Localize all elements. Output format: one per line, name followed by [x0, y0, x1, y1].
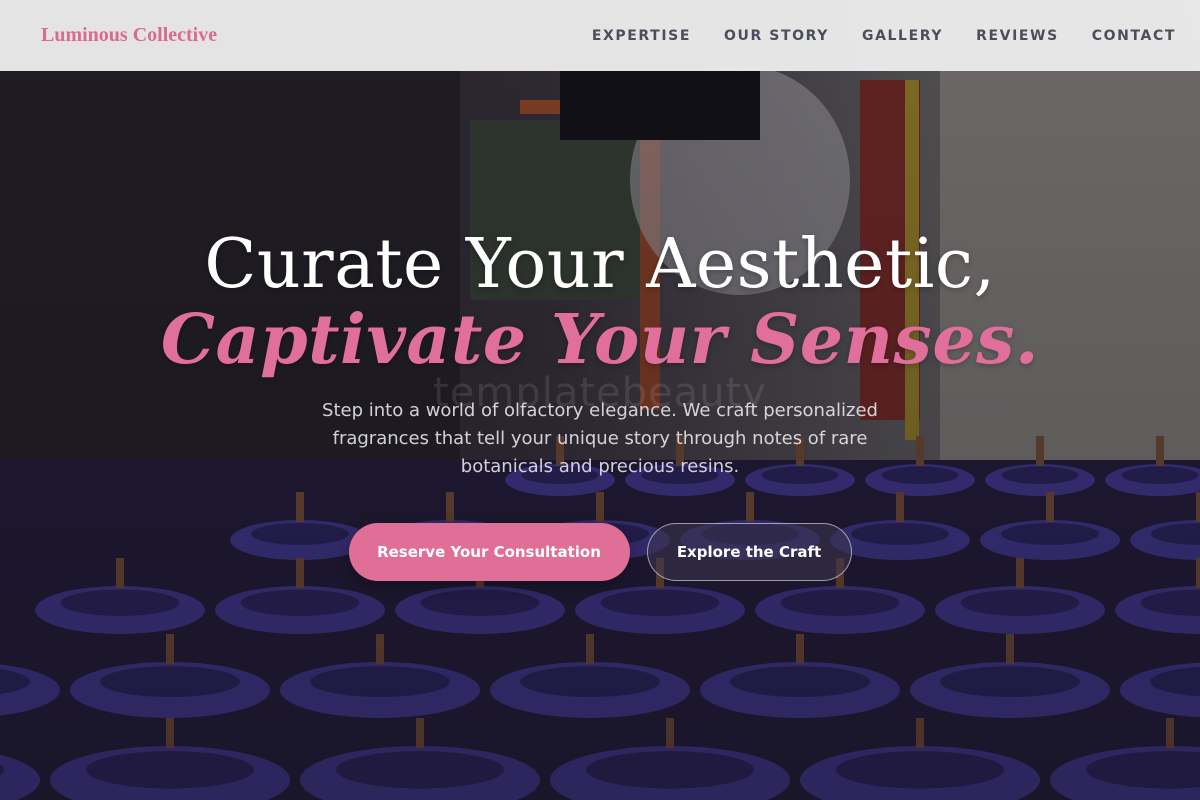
main-nav: EXPERTISE OUR STORY GALLERY REVIEWS CONT… — [559, 28, 1176, 44]
reserve-consultation-button[interactable]: Reserve Your Consultation — [348, 523, 630, 581]
site-header: Luminous Collective EXPERTISE OUR STORY … — [0, 0, 1200, 71]
nav-link-contact[interactable]: CONTACT — [1092, 28, 1176, 44]
nav-link-expertise[interactable]: EXPERTISE — [592, 28, 691, 44]
nav-link-our-story[interactable]: OUR STORY — [724, 28, 829, 44]
nav-link-gallery[interactable]: GALLERY — [862, 28, 943, 44]
cta-group: Reserve Your Consultation Explore the Cr… — [0, 523, 1200, 581]
hero-headline: Curate Your Aesthetic, Captivate Your Se… — [0, 225, 1200, 375]
brand-logo-link[interactable]: Luminous Collective — [41, 24, 217, 47]
hero-headline-line-2: Captivate Your Senses. — [160, 300, 1040, 380]
hero-headline-line-1: Curate Your Aesthetic, — [204, 225, 996, 304]
hero-content: Curate Your Aesthetic, Captivate Your Se… — [0, 225, 1200, 581]
nav-link-reviews[interactable]: REVIEWS — [976, 28, 1059, 44]
explore-craft-button[interactable]: Explore the Craft — [646, 523, 852, 581]
hero-subtext: Step into a world of olfactory elegance.… — [322, 400, 878, 477]
